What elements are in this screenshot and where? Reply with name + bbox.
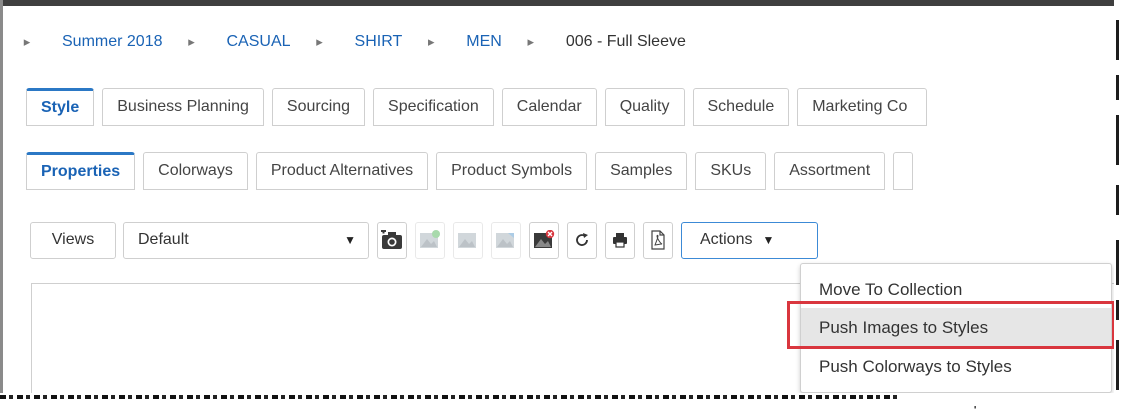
breadcrumb-link-category[interactable]: CASUAL xyxy=(203,33,309,51)
image-share-icon xyxy=(496,233,514,248)
tab-overflow[interactable] xyxy=(893,152,914,190)
actions-dropdown-button[interactable]: Actions ▼ xyxy=(681,221,818,259)
caret-down-icon: ▼ xyxy=(344,233,356,247)
camera-icon xyxy=(381,230,402,249)
refresh-button[interactable] xyxy=(567,221,597,259)
breadcrumb-segment: ▸ 006 - Full Sleeve xyxy=(520,33,686,51)
tab-colorways[interactable]: Colorways xyxy=(143,152,248,190)
tab-calendar[interactable]: Calendar xyxy=(501,88,597,126)
tab-marketing[interactable]: Marketing Co xyxy=(797,88,928,126)
caret-down-icon: ▼ xyxy=(762,233,775,247)
chevron-right-icon: ▸ xyxy=(427,34,435,49)
tab-style[interactable]: Style xyxy=(26,88,95,126)
tab-samples[interactable]: Samples xyxy=(595,152,688,190)
sub-tab-bar: Properties Colorways Product Alternative… xyxy=(26,152,921,190)
tab-quality[interactable]: Quality xyxy=(604,88,685,126)
image-delete-icon xyxy=(534,230,555,248)
annotation-highlight-box xyxy=(787,301,1115,349)
chevron-right-icon: ▸ xyxy=(316,34,323,49)
print-icon xyxy=(613,233,627,248)
tab-product-alternatives[interactable]: Product Alternatives xyxy=(255,152,429,190)
tab-sourcing[interactable]: Sourcing xyxy=(271,88,366,126)
tab-business-planning[interactable]: Business Planning xyxy=(102,88,264,126)
print-button[interactable] xyxy=(605,221,635,259)
tab-product-symbols[interactable]: Product Symbols xyxy=(436,152,588,190)
menu-item-push-colorways-to-styles[interactable]: Push Colorways to Styles xyxy=(801,347,1111,387)
tab-assortment[interactable]: Assortment xyxy=(774,152,886,190)
delete-image-button[interactable] xyxy=(529,221,559,259)
image-edit-icon xyxy=(458,233,476,248)
chevron-right-icon: ▸ xyxy=(527,34,535,49)
window-left-border xyxy=(0,0,3,406)
breadcrumb-link-gender[interactable]: MEN xyxy=(442,33,520,51)
share-image-button[interactable] xyxy=(491,221,521,259)
tab-specification[interactable]: Specification xyxy=(373,88,494,126)
breadcrumb-current: 006 - Full Sleeve xyxy=(565,33,686,50)
chevron-right-icon: ▸ xyxy=(188,34,195,49)
pdf-button[interactable] xyxy=(643,221,673,259)
view-select-value: Default xyxy=(138,231,189,248)
tab-skus[interactable]: SKUs xyxy=(695,152,767,190)
breadcrumb-link-type[interactable]: SHIRT xyxy=(331,33,421,51)
breadcrumb-link-season[interactable]: Summer 2018 xyxy=(38,33,181,51)
actions-button-label: Actions xyxy=(700,231,753,248)
breadcrumb-segment: ▸ Summer 2018 xyxy=(16,33,181,51)
breadcrumb-segment: ▸ CASUAL xyxy=(181,33,309,51)
tab-properties[interactable]: Properties xyxy=(26,152,136,190)
chevron-right-icon: ▸ xyxy=(23,34,31,49)
breadcrumb-segment: ▸ MEN xyxy=(420,33,520,51)
view-select[interactable]: Default ▼ xyxy=(123,221,369,259)
main-tab-bar: Style Business Planning Sourcing Specifi… xyxy=(26,88,928,126)
refresh-icon xyxy=(576,233,588,246)
pdf-icon xyxy=(651,230,665,250)
edit-image-button[interactable] xyxy=(453,221,483,259)
window-right-edge xyxy=(1114,0,1137,406)
camera-button[interactable] xyxy=(377,221,407,259)
breadcrumb: ▸ Summer 2018 ▸ CASUAL ▸ SHIRT ▸ MEN ▸ 0… xyxy=(16,22,686,62)
toolbar: Views Default ▼ Actions ▼ xyxy=(30,220,818,260)
breadcrumb-segment: ▸ SHIRT xyxy=(309,33,421,51)
views-button[interactable]: Views xyxy=(30,221,116,259)
image-add-icon xyxy=(420,230,440,248)
window-bottom-edge xyxy=(0,393,1137,406)
tab-schedule[interactable]: Schedule xyxy=(692,88,790,126)
window-top-border xyxy=(0,0,1137,6)
add-image-button[interactable] xyxy=(415,221,445,259)
